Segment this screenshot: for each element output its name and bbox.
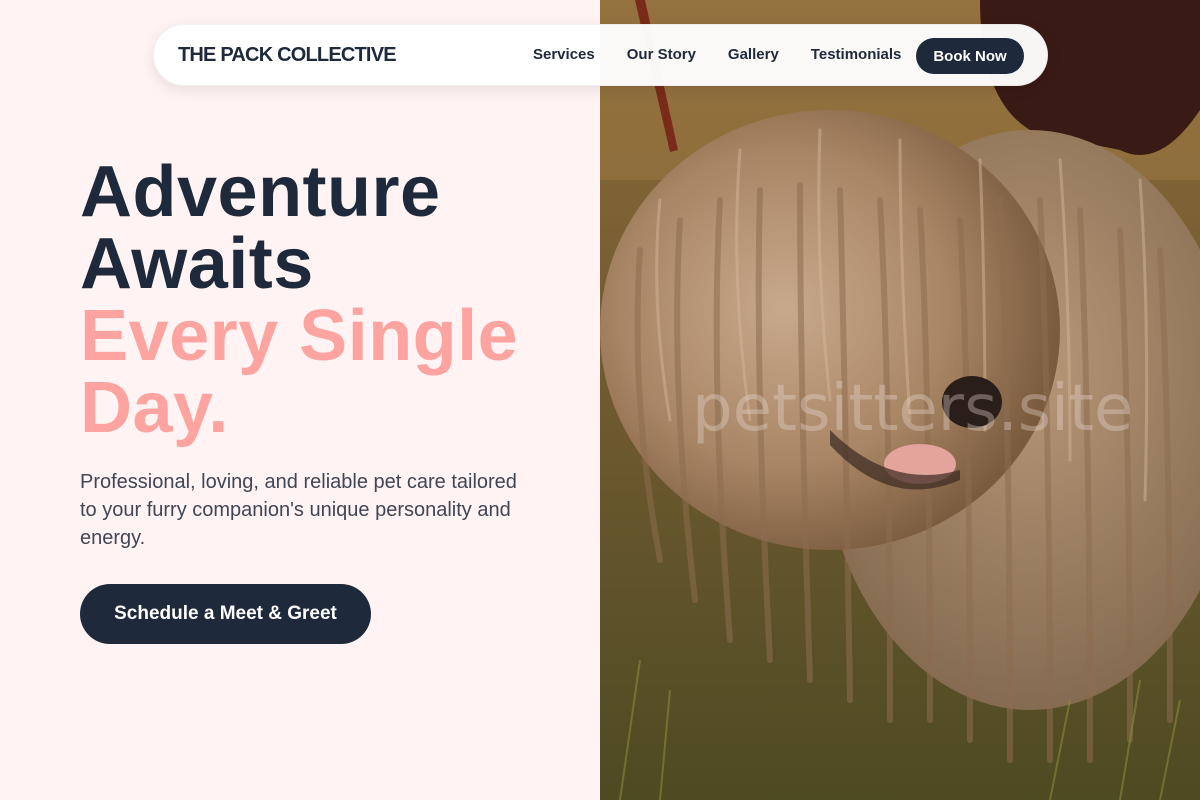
book-now-button[interactable]: Book Now [916,38,1024,74]
nav-link-services[interactable]: Services [533,46,595,63]
brand-logo-text[interactable]: THE PACK COLLECTIVE [178,44,397,67]
hero-photo: petsitters.site [600,0,1200,800]
nav-link-our-story[interactable]: Our Story [627,46,696,63]
headline-line-1: Adventure [80,152,441,232]
watermark-text: petsitters.site [692,372,1134,446]
landing-page: Adventure Awaits Every Single Day. Profe… [0,0,1200,800]
nav-link-gallery[interactable]: Gallery [728,46,779,63]
hero-description: Professional, loving, and reliable pet c… [80,471,517,549]
nav-links: Services Our Story Gallery Testimonials [533,46,901,63]
headline-line-2: Awaits [80,224,314,304]
headline-accent-line-1: Every Single [80,296,519,376]
hero-text-panel: Adventure Awaits Every Single Day. Profe… [0,0,600,800]
top-navbar: THE PACK COLLECTIVE Services Our Story G… [153,24,1048,86]
schedule-meet-greet-button[interactable]: Schedule a Meet & Greet [80,584,371,644]
hero-headline: Adventure Awaits Every Single Day. [80,156,580,444]
nav-link-testimonials[interactable]: Testimonials [811,46,902,63]
headline-accent-line-2: Day. [80,368,229,448]
